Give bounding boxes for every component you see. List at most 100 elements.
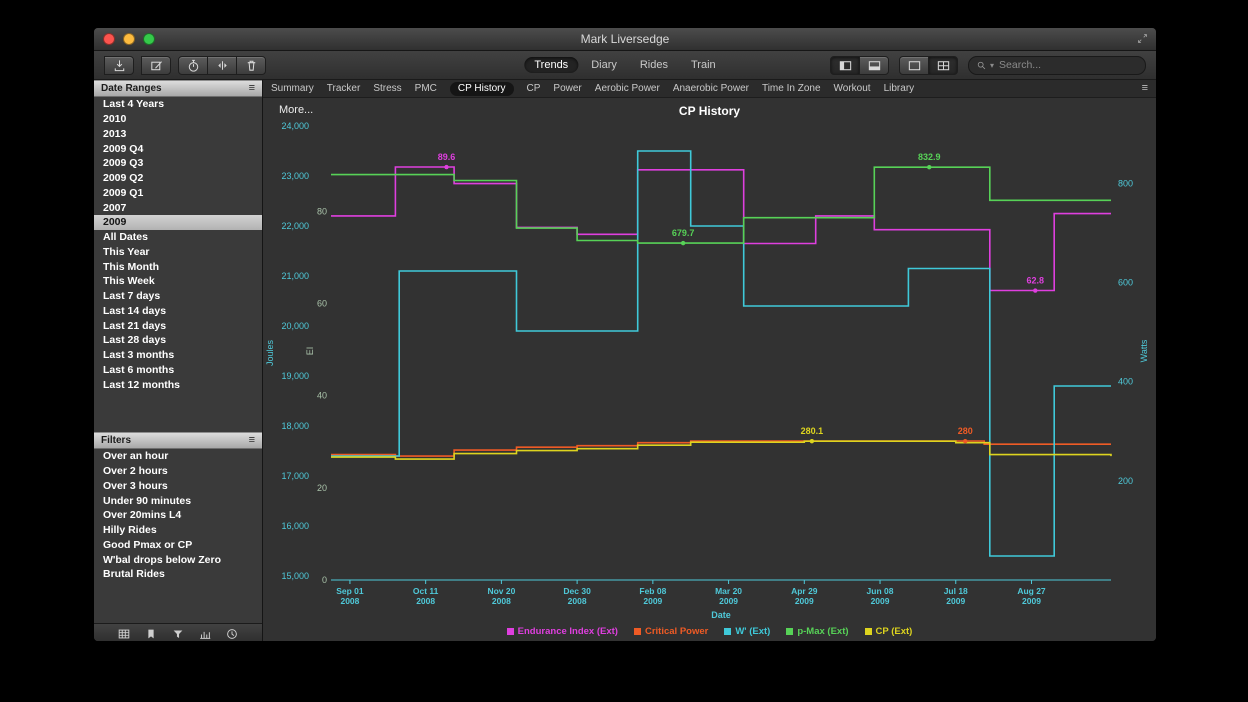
date-range-item[interactable]: Last 3 months [94, 348, 262, 363]
tab-tracker[interactable]: Tracker [327, 83, 361, 94]
tab-time-in-zone[interactable]: Time In Zone [762, 83, 821, 94]
legend-item: CP (Ext) [865, 626, 913, 637]
filter-item[interactable]: Good Pmax or CP [94, 538, 262, 553]
svg-text:20: 20 [317, 483, 327, 493]
date-ranges-title: Date Ranges [101, 83, 162, 94]
watts-axis: 200400600800Watts [1118, 178, 1149, 485]
split-button[interactable] [207, 56, 237, 75]
filter-icon [171, 627, 185, 641]
single-view-button[interactable] [899, 56, 929, 75]
more-link[interactable]: More... [279, 104, 313, 116]
svg-text:62.8: 62.8 [1027, 276, 1045, 286]
tab-aerobic-power[interactable]: Aerobic Power [595, 83, 660, 94]
single-view-icon [907, 58, 922, 73]
svg-text:Jul 18: Jul 18 [944, 586, 968, 596]
tab-cp[interactable]: CP [527, 83, 541, 94]
date-range-item[interactable]: This Year [94, 245, 262, 260]
zoom-button[interactable] [143, 33, 155, 45]
tiled-view-button[interactable] [928, 56, 958, 75]
view-segmented-control: TrendsDiaryRidesTrain [524, 57, 725, 73]
filters-header[interactable]: Filters ≡ [94, 432, 262, 449]
trash-button[interactable] [236, 56, 266, 75]
search-input[interactable] [997, 58, 1138, 72]
tab-power[interactable]: Power [553, 83, 581, 94]
filter-item[interactable]: Over 3 hours [94, 479, 262, 494]
date-range-item[interactable]: 2007 [94, 200, 262, 215]
date-range-item[interactable]: 2013 [94, 127, 262, 142]
sidebar-footer-bar [94, 623, 262, 642]
date-range-item[interactable]: This Week [94, 274, 262, 289]
date-range-item[interactable]: Last 14 days [94, 304, 262, 319]
fullscreen-button[interactable] [1136, 32, 1149, 45]
date-ranges-menu-icon[interactable]: ≡ [249, 83, 255, 94]
svg-text:20,000: 20,000 [281, 321, 309, 331]
svg-text:Dec 30: Dec 30 [563, 586, 591, 596]
chart-tabs: Summary Tracker Stress PMC CP History CP Power… [271, 82, 1142, 96]
bookmark-button[interactable] [144, 627, 158, 641]
segment-diary[interactable]: Diary [581, 57, 627, 73]
legend-label: CP (Ext) [876, 626, 913, 637]
compose-button[interactable] [141, 56, 171, 75]
segment-trends[interactable]: Trends [524, 57, 578, 73]
tab-workout[interactable]: Workout [834, 83, 871, 94]
filter-item[interactable]: Over 20mins L4 [94, 508, 262, 523]
filters-menu-icon[interactable]: ≡ [249, 435, 255, 446]
table-button[interactable] [117, 627, 131, 641]
date-ranges-header[interactable]: Date Ranges ≡ [94, 80, 262, 97]
date-range-item[interactable]: All Dates [94, 230, 262, 245]
tab-summary[interactable]: Summary [271, 83, 314, 94]
date-range-item[interactable]: Last 6 months [94, 363, 262, 378]
filter-item[interactable]: Under 90 minutes [94, 493, 262, 508]
clock-button[interactable] [225, 627, 239, 641]
title-bar[interactable]: Mark Liversedge [94, 28, 1156, 51]
date-range-item[interactable]: Last 28 days [94, 333, 262, 348]
svg-text:Jun 08: Jun 08 [867, 586, 894, 596]
search-menu-arrow-icon[interactable]: ▾ [990, 61, 994, 70]
svg-text:679.7: 679.7 [672, 228, 695, 238]
date-range-item[interactable]: This Month [94, 259, 262, 274]
tab-library[interactable]: Library [884, 83, 915, 94]
layout-toggle-groups [830, 56, 958, 75]
svg-text:2009: 2009 [871, 596, 890, 606]
lowbar-toggle-button[interactable] [859, 56, 889, 75]
date-range-item[interactable]: Last 7 days [94, 289, 262, 304]
segment-rides[interactable]: Rides [630, 57, 678, 73]
fullscreen-icon [1136, 32, 1149, 45]
series-w-ext [331, 151, 1111, 556]
svg-text:2008: 2008 [568, 596, 587, 606]
filter-item[interactable]: Over an hour [94, 449, 262, 464]
tab-cp-history[interactable]: CP History [450, 82, 514, 96]
date-range-item[interactable]: Last 4 Years [94, 97, 262, 112]
tab-anaerobic-power[interactable]: Anaerobic Power [673, 83, 749, 94]
sidebar-toggle-button[interactable] [830, 56, 860, 75]
filter-item[interactable]: Brutal Rides [94, 567, 262, 582]
svg-text:Joules: Joules [265, 339, 275, 366]
date-range-item[interactable]: 2009 Q3 [94, 156, 262, 171]
date-range-item[interactable]: 2010 [94, 112, 262, 127]
stopwatch-button[interactable] [178, 56, 208, 75]
filter-button[interactable] [171, 627, 185, 641]
download-button[interactable] [104, 56, 134, 75]
joules-axis: 15,00016,00017,00018,00019,00020,00021,0… [265, 121, 309, 581]
tab-stress[interactable]: Stress [373, 83, 401, 94]
filter-item[interactable]: Over 2 hours [94, 464, 262, 479]
date-range-item[interactable]: 2009 Q1 [94, 186, 262, 201]
trash-icon [244, 58, 259, 73]
chart-button[interactable] [198, 627, 212, 641]
date-range-item[interactable]: 2009 Q2 [94, 171, 262, 186]
segment-train[interactable]: Train [681, 57, 726, 73]
svg-text:2009: 2009 [643, 596, 662, 606]
minimize-button[interactable] [123, 33, 135, 45]
search-field[interactable]: ▾ [968, 56, 1146, 75]
tabbar-menu-icon[interactable]: ≡ [1142, 83, 1148, 94]
date-range-item[interactable]: 2009 [94, 215, 262, 230]
tab-pmc[interactable]: PMC [415, 83, 437, 94]
date-range-item[interactable]: Last 12 months [94, 377, 262, 392]
date-range-item[interactable]: 2009 Q4 [94, 141, 262, 156]
filter-item[interactable]: W'bal drops below Zero [94, 552, 262, 567]
svg-text:2009: 2009 [795, 596, 814, 606]
filter-item[interactable]: Hilly Rides [94, 523, 262, 538]
svg-text:15,000: 15,000 [281, 571, 309, 581]
date-range-item[interactable]: Last 21 days [94, 318, 262, 333]
close-button[interactable] [103, 33, 115, 45]
